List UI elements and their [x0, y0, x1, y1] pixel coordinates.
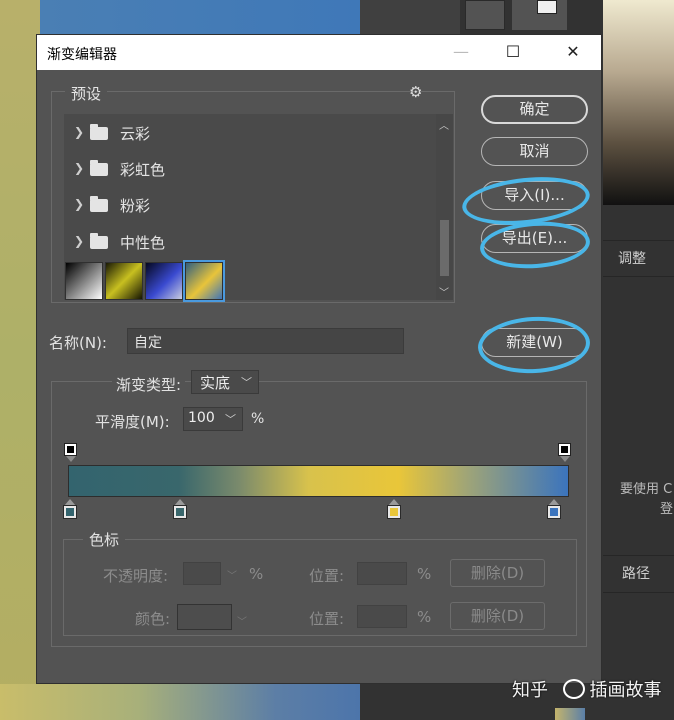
color-swatch-panel[interactable] — [512, 0, 567, 30]
chevron-right-icon[interactable]: ❯ — [74, 234, 84, 248]
color-stop[interactable] — [547, 505, 561, 519]
preset-swatch-blue[interactable] — [145, 262, 183, 300]
layer-thumbnail[interactable] — [555, 708, 585, 720]
smoothness-value: 100 — [188, 410, 215, 426]
location-label-1: 位置: — [309, 567, 345, 585]
location-field-2[interactable] — [357, 605, 407, 628]
opacity-label: 不透明度: — [103, 567, 169, 585]
chevron-down-icon[interactable]: ﹀ — [237, 613, 247, 628]
gradient-type-value: 实底 — [200, 374, 231, 392]
color-stop-pointer — [174, 499, 186, 506]
preset-scrollbar[interactable]: ︿ ﹀ — [436, 114, 453, 300]
gradient-type-select[interactable]: 实底 ﹀ — [191, 370, 259, 394]
folder-label: 云彩 — [120, 125, 151, 143]
dialog-title: 渐变编辑器 — [47, 47, 117, 63]
folder-icon — [90, 233, 108, 249]
presets-legend: 预设 — [65, 83, 108, 104]
smoothness-label: 平滑度(M): — [95, 413, 170, 431]
chevron-right-icon[interactable]: ❯ — [74, 197, 84, 211]
canvas-background-top — [40, 0, 360, 35]
name-label: 名称(N): — [49, 334, 107, 352]
smoothness-input[interactable]: 100 ﹀ — [183, 407, 243, 431]
chevron-right-icon[interactable]: ❯ — [74, 161, 84, 175]
panel-divider — [603, 555, 674, 556]
folder-label: 彩虹色 — [120, 161, 166, 179]
name-field[interactable]: 自定 — [127, 328, 404, 354]
opacity-stop-pointer — [66, 456, 76, 462]
scrollbar-thumb[interactable] — [440, 220, 449, 276]
delete-color-stop-button[interactable]: 删除(D) — [450, 602, 545, 630]
watermark-right: 插画故事 — [589, 680, 662, 701]
chevron-right-icon[interactable]: ❯ — [74, 125, 84, 139]
location-unit-1: % — [417, 565, 432, 583]
folder-icon — [90, 124, 108, 140]
opacity-stop-left[interactable] — [64, 443, 77, 456]
stop-color-swatch[interactable] — [177, 604, 232, 630]
panel-hint-text-2: 登 — [660, 502, 674, 517]
wechat-logo-icon — [563, 679, 585, 699]
ok-button[interactable]: 确定 — [481, 95, 588, 124]
watermark-text: 知乎 插画故事 — [512, 676, 661, 702]
preset-swatch-black-white[interactable] — [65, 262, 103, 300]
minimize-icon: — — [453, 42, 469, 61]
cancel-button[interactable]: 取消 — [481, 137, 588, 166]
panel-hint-text: 要使用 C — [620, 482, 673, 497]
photoshop-top-strip — [360, 0, 460, 35]
folder-label: 中性色 — [120, 234, 166, 252]
folder-icon — [90, 160, 108, 176]
close-button[interactable]: ✕ — [561, 40, 585, 64]
panel-divider — [603, 240, 674, 241]
location-field-1[interactable] — [357, 562, 407, 585]
tab-path[interactable]: 路径 — [622, 563, 650, 583]
delete-opacity-stop-button[interactable]: 删除(D) — [450, 559, 545, 587]
opacity-field[interactable] — [183, 562, 221, 585]
3d-icon[interactable] — [465, 0, 505, 30]
opacity-stop-pointer — [560, 456, 570, 462]
color-stop-pointer — [548, 499, 560, 506]
color-stop[interactable] — [173, 505, 187, 519]
location-label-2: 位置: — [309, 610, 345, 628]
foreground-color-swatch[interactable] — [537, 0, 557, 14]
gear-icon[interactable]: ⚙ — [409, 83, 422, 101]
color-stop[interactable] — [63, 505, 77, 519]
chevron-down-icon: ﹀ — [241, 376, 252, 389]
preset-swatch-custom-selected[interactable] — [183, 260, 225, 302]
preset-folder-neutral[interactable]: ❯ 中性色 — [64, 225, 436, 261]
watermark-left: 知乎 — [512, 680, 548, 701]
tab-adjust[interactable]: 调整 — [618, 248, 646, 268]
color-label: 颜色: — [135, 610, 171, 628]
panel-divider — [603, 276, 674, 277]
folder-icon — [90, 196, 108, 212]
gradient-preview-bar[interactable] — [68, 465, 569, 497]
chevron-down-icon[interactable]: ﹀ — [225, 411, 236, 427]
preset-swatch-yellow[interactable] — [105, 262, 143, 300]
folder-label: 粉彩 — [120, 197, 151, 215]
chevron-down-icon[interactable]: ﹀ — [439, 284, 449, 299]
opacity-unit: % — [249, 565, 264, 583]
panel-divider — [603, 592, 674, 593]
opacity-stop-right[interactable] — [558, 443, 571, 456]
chevron-up-icon[interactable]: ︿ — [439, 117, 449, 132]
location-unit-2: % — [417, 608, 432, 626]
color-stop-pointer — [388, 499, 400, 506]
color-picker-gradient[interactable] — [603, 0, 674, 205]
smoothness-unit: % — [251, 411, 265, 427]
preset-folder-rainbow[interactable]: ❯ 彩虹色 — [64, 152, 436, 188]
maximize-button[interactable]: ☐ — [501, 40, 525, 64]
color-stops-legend: 色标 — [83, 529, 126, 550]
title-bar[interactable]: 渐变编辑器 — ☐ ✕ — [37, 35, 601, 70]
color-stop[interactable] — [387, 505, 401, 519]
desktop-background-left — [0, 0, 40, 720]
preset-folder-pastel[interactable]: ❯ 粉彩 — [64, 188, 436, 224]
chevron-down-icon[interactable]: ﹀ — [227, 567, 237, 582]
gradient-type-label: 渐变类型: — [112, 374, 186, 395]
color-stop-pointer — [64, 499, 76, 506]
preset-folder-clouds[interactable]: ❯ 云彩 — [64, 116, 436, 152]
